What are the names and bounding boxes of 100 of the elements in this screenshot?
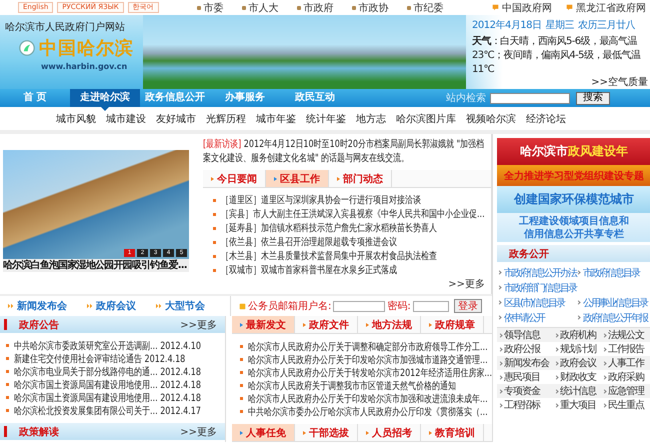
region-tag[interactable]: ［道里区］	[221, 195, 261, 206]
username-field[interactable]	[333, 300, 386, 312]
news-link[interactable]: 双城市首家科普书屋在水泉乡正式落成	[261, 265, 397, 276]
document-tab[interactable]: 地方法规	[358, 316, 421, 333]
quick-link[interactable]: 大型节会	[165, 299, 205, 313]
quick-link[interactable]: 政府会议	[96, 299, 136, 313]
open-gov-link[interactable]: 依申请公开	[504, 310, 544, 324]
document-link[interactable]: 哈尔滨市人民政府办公厅关于转发哈尔滨市2012年经济适用住房家...	[248, 368, 492, 378]
open-gov-link[interactable]: 市政府部门信息目录	[504, 280, 576, 294]
personnel-tab[interactable]: 干部选拔	[295, 424, 358, 441]
announcement-link[interactable]: 哈尔滨市国土资源局国有建设用地使用...	[14, 380, 158, 390]
personnel-tab[interactable]: 人员招考	[358, 424, 421, 441]
promo-banner[interactable]: 哈尔滨市政风建设年	[497, 138, 650, 165]
photo-caption[interactable]: 哈尔滨白鱼泡国家湿地公园开园吸引钓鱼爱...	[3, 259, 189, 272]
subnav-link[interactable]: 统计年鉴	[306, 112, 346, 126]
open-gov-link[interactable]: 市政府信息目录	[583, 266, 639, 280]
search-field[interactable]	[490, 92, 570, 104]
document-tab[interactable]: 最新发文	[232, 316, 295, 333]
more-link[interactable]: >>更多	[180, 424, 217, 438]
subnav-link[interactable]: 经济论坛	[526, 112, 566, 126]
document-link[interactable]: 哈尔滨市人民政府办公厅关于印发哈尔滨市加强和改进流浪未成年...	[248, 394, 488, 404]
news-link[interactable]: 加信镇水稻科技示范户詹先仁家水稻秧苗长势喜人	[261, 223, 437, 234]
personnel-tab[interactable]: 教育培训	[421, 424, 484, 441]
password-field[interactable]	[412, 300, 449, 312]
document-tab[interactable]: 政府文件	[295, 316, 358, 333]
subnav-link[interactable]: 城市建设	[106, 112, 146, 126]
external-link[interactable]: 黑龙江省政府网	[576, 0, 646, 14]
top-link[interactable]: 市委	[204, 0, 224, 14]
top-link[interactable]: 市政府	[304, 0, 334, 14]
subnav-link[interactable]: 光辉历程	[206, 112, 246, 126]
subnav-link[interactable]: 哈尔滨图片库	[396, 112, 456, 126]
promo-banner[interactable]: 工程建设领域项目信息和 信用信息公开共享专栏	[497, 213, 650, 242]
category-link[interactable]: 政府采购	[608, 370, 644, 384]
announcement-link[interactable]: 哈尔滨市国土资源局国有建设用地使用...	[14, 392, 158, 404]
arrow-icon	[429, 322, 432, 326]
subnav-link[interactable]: 友好城市	[156, 112, 196, 126]
login-button[interactable]: 登录	[454, 299, 482, 313]
chevron-icon	[498, 388, 503, 394]
document-tab[interactable]: 政府规章	[421, 316, 484, 333]
bullet-icon	[213, 198, 216, 202]
category-link[interactable]: 规划计划	[560, 342, 596, 356]
region-tag[interactable]: ［宾县］	[221, 209, 253, 220]
announcement-link[interactable]: 哈尔滨松北投资发展集团有限公司关于...	[14, 406, 158, 416]
interview-text: [最新访谈] 2012年4月12日10时至10时20分市档案局副局长郭淑娥就 "加强档案文化建设、服务创建文化名城" 的话题与网友在线交流。	[203, 138, 486, 166]
category-link[interactable]: 惠民项目	[504, 370, 540, 384]
document-link[interactable]: 哈尔滨市人民政府办公厅关于调整和确定部分市政府领导工作分工...	[248, 342, 488, 352]
subnav-link[interactable]: 城市风貌	[56, 112, 96, 126]
region-tag[interactable]: ［双城市］	[221, 265, 261, 276]
top-link[interactable]: 市政协	[358, 0, 389, 14]
open-gov-link[interactable]: 区县(市)信息目录	[504, 296, 564, 310]
chat-icon	[492, 4, 499, 11]
document-link[interactable]: 中共哈尔滨市委办公厅哈尔滨市人民政府办公厅印发《贯彻落实（...	[248, 406, 488, 418]
category-link[interactable]: 工作报告	[608, 342, 644, 356]
search-button[interactable]: 搜索	[576, 92, 610, 104]
interview-tag[interactable]: [最新访谈]	[203, 139, 242, 150]
promo-banner[interactable]: 创建国家环保模范城市	[497, 186, 650, 213]
region-tag[interactable]: ［延寿县］	[221, 223, 261, 234]
news-tab[interactable]: 部门动态	[329, 170, 392, 187]
subnav-link[interactable]: 城市年鉴	[256, 112, 296, 126]
top-link[interactable]: 市纪委	[414, 0, 444, 14]
category-link[interactable]: 财政收支	[560, 370, 596, 384]
arrow-icon	[8, 303, 14, 309]
announcement-link[interactable]: 哈尔滨市电业局关于部分线路停电的通...	[14, 366, 158, 378]
air-quality-link[interactable]: >>空气质量	[591, 75, 648, 89]
open-gov-link[interactable]: 市政府信息公开办法	[504, 266, 576, 280]
document-link[interactable]: 哈尔滨市人民政府办公厅关于印发哈尔滨市加强城市道路交通管理...	[248, 354, 488, 366]
chevron-icon	[602, 402, 607, 408]
subnav-link[interactable]: 视频哈尔滨	[466, 112, 516, 126]
more-link[interactable]: >>更多	[448, 277, 485, 291]
bullet-icon	[6, 357, 9, 360]
more-link[interactable]: >>更多	[180, 318, 217, 332]
chevron-icon	[497, 285, 502, 290]
category-link[interactable]: 工程招标	[504, 398, 540, 412]
chevron-icon	[602, 332, 607, 338]
announcement-link[interactable]: 新建住宅交付使用社会评审结论通告	[14, 354, 142, 364]
bullet-icon	[6, 370, 9, 373]
chevron-icon	[576, 315, 581, 320]
announcement-link[interactable]: 中共哈尔滨市委政策研究室公开选调副...	[14, 340, 158, 352]
document-link[interactable]: 哈尔滨市人民政府关于调整我市市区管道天然气价格的通知	[248, 380, 456, 392]
category-link[interactable]: 政府公报	[504, 342, 540, 356]
news-link[interactable]: 道里区与深圳家具协会一行进行项目对接洽谈	[261, 195, 421, 206]
arrow-icon	[274, 176, 277, 180]
region-tag[interactable]: ［木兰县］	[221, 251, 261, 262]
category-link[interactable]: 民生重点	[608, 398, 644, 412]
chevron-icon	[498, 360, 503, 366]
chevron-icon	[554, 346, 559, 352]
news-link[interactable]: 市人大副主任王洪斌深入宾县视察《中华人民共和国中小企业促...	[253, 209, 485, 220]
region-tag[interactable]: ［依兰县］	[221, 237, 261, 248]
open-gov-link[interactable]: 政府信息公开年报	[583, 310, 647, 324]
quick-link[interactable]: 新闻发布会	[17, 299, 67, 313]
open-gov-link[interactable]: 公用事业信息目录	[583, 296, 647, 310]
personnel-tab[interactable]: 人事任免	[232, 424, 295, 441]
top-link[interactable]: 市人大	[248, 0, 279, 14]
news-tab[interactable]: 区县工作	[266, 170, 329, 187]
weather-text: 天气：白天晴，西南风5-6级，最高气温23℃；夜间晴，偏南风4-5级，最低气温11℃	[472, 35, 642, 76]
subnav-link[interactable]: 地方志	[356, 112, 386, 126]
news-link[interactable]: 依兰县召开治理超限超载专项推进会议	[261, 237, 397, 248]
external-link[interactable]: 中国政府网	[502, 0, 552, 14]
news-link[interactable]: 木兰县质量技术监督局集中开展农村食品执法检查	[261, 251, 437, 262]
category-link[interactable]: 重大项目	[560, 398, 596, 412]
